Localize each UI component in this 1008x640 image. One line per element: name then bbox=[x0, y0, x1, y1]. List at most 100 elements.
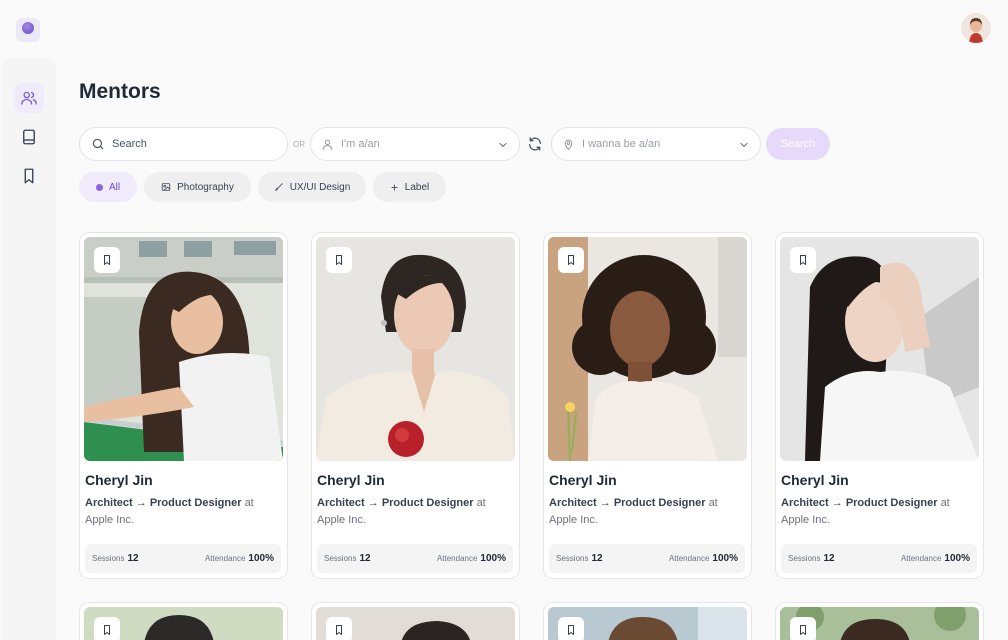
location-pin-icon bbox=[564, 139, 573, 150]
sidebar-item-mentors[interactable] bbox=[14, 83, 44, 113]
role-at: at bbox=[708, 497, 718, 509]
mentor-card[interactable] bbox=[79, 602, 288, 640]
mentor-card[interactable] bbox=[775, 602, 984, 640]
role-from: Architect bbox=[317, 497, 365, 509]
mentor-photo bbox=[316, 237, 515, 461]
chip-add-label[interactable]: Label bbox=[373, 172, 446, 202]
brush-icon bbox=[274, 183, 283, 192]
mentor-role: Architect → Product Designer at Apple In… bbox=[781, 495, 971, 529]
search-input[interactable]: Search bbox=[79, 127, 288, 161]
sessions-stat: Sessions 12 bbox=[324, 553, 371, 564]
mentor-company: Apple Inc. bbox=[781, 514, 830, 526]
mentor-name: Cheryl Jin bbox=[549, 472, 617, 488]
bookmark-button[interactable] bbox=[326, 247, 352, 273]
arrow-icon: → bbox=[135, 497, 147, 509]
role-to: Product Designer bbox=[381, 497, 474, 509]
role-from: Architect bbox=[85, 497, 133, 509]
chip-label: Label bbox=[404, 181, 430, 193]
bookmark-icon bbox=[800, 255, 806, 265]
users-icon bbox=[21, 91, 37, 105]
bookmark-button[interactable] bbox=[558, 247, 584, 273]
search-icon bbox=[92, 138, 104, 150]
attendance-value: 100% bbox=[248, 553, 274, 564]
chip-ux-ui-design[interactable]: UX/UI Design bbox=[258, 172, 366, 202]
user-avatar[interactable] bbox=[961, 13, 991, 43]
chevron-down-icon bbox=[499, 142, 507, 148]
sessions-value: 12 bbox=[591, 553, 603, 564]
mentor-card[interactable]: Cheryl Jin Architect → Product Designer … bbox=[79, 232, 288, 579]
mentor-card[interactable]: Cheryl Jin Architect → Product Designer … bbox=[775, 232, 984, 579]
bookmark-icon bbox=[336, 255, 342, 265]
sidebar-item-library[interactable] bbox=[14, 122, 44, 152]
mentor-company: Apple Inc. bbox=[85, 514, 134, 526]
chip-all[interactable]: All bbox=[79, 172, 137, 202]
sessions-label: Sessions bbox=[556, 554, 589, 563]
arrow-icon: → bbox=[367, 497, 379, 509]
arrow-icon: → bbox=[831, 497, 843, 509]
sessions-value: 12 bbox=[359, 553, 371, 564]
current-role-placeholder: I'm a/an bbox=[341, 138, 380, 150]
book-icon bbox=[23, 129, 35, 145]
swap-icon[interactable] bbox=[527, 136, 543, 152]
mentor-stats: Sessions 12 Attendance 100% bbox=[317, 544, 513, 573]
sessions-stat: Sessions 12 bbox=[92, 553, 139, 564]
sessions-value: 12 bbox=[127, 553, 139, 564]
target-role-select[interactable]: I wanna be a/an bbox=[551, 127, 761, 161]
mentor-card[interactable]: Cheryl Jin Architect → Product Designer … bbox=[311, 232, 520, 579]
mentor-card[interactable]: Cheryl Jin Architect → Product Designer … bbox=[543, 232, 752, 579]
bookmark-icon bbox=[104, 625, 110, 635]
role-to: Product Designer bbox=[613, 497, 706, 509]
mentor-card[interactable] bbox=[311, 602, 520, 640]
mentor-company: Apple Inc. bbox=[317, 514, 366, 526]
bookmark-icon bbox=[568, 255, 574, 265]
mentor-role: Architect → Product Designer at Apple In… bbox=[317, 495, 507, 529]
attendance-stat: Attendance 100% bbox=[669, 553, 738, 564]
bookmark-icon bbox=[568, 625, 574, 635]
avatar-image bbox=[961, 13, 991, 43]
role-from: Architect bbox=[781, 497, 829, 509]
bookmark-button[interactable] bbox=[790, 617, 816, 640]
mentor-card[interactable] bbox=[543, 602, 752, 640]
bookmark-button[interactable] bbox=[790, 247, 816, 273]
mentor-photo bbox=[316, 607, 515, 640]
person-icon bbox=[322, 139, 333, 150]
sidebar bbox=[2, 58, 56, 640]
mentor-photo bbox=[780, 607, 979, 640]
top-bar bbox=[0, 0, 1008, 56]
mentor-photo bbox=[548, 607, 747, 640]
sessions-label: Sessions bbox=[324, 554, 357, 563]
app-logo[interactable] bbox=[16, 18, 40, 42]
attendance-value: 100% bbox=[480, 553, 506, 564]
mentor-stats: Sessions 12 Attendance 100% bbox=[549, 544, 745, 573]
sidebar-item-saved[interactable] bbox=[14, 161, 44, 191]
attendance-label: Attendance bbox=[436, 554, 478, 563]
attendance-stat: Attendance 100% bbox=[901, 553, 970, 564]
chevron-down-icon bbox=[740, 142, 748, 148]
bookmark-button[interactable] bbox=[558, 617, 584, 640]
attendance-stat: Attendance 100% bbox=[437, 553, 506, 564]
target-role-placeholder: I wanna be a/an bbox=[582, 138, 661, 150]
image-icon bbox=[161, 183, 171, 191]
bookmark-button[interactable] bbox=[326, 617, 352, 640]
current-role-select[interactable]: I'm a/an bbox=[310, 127, 520, 161]
search-button[interactable]: Search bbox=[766, 128, 830, 160]
bookmark-button[interactable] bbox=[94, 247, 120, 273]
attendance-value: 100% bbox=[944, 553, 970, 564]
chip-photography[interactable]: Photography bbox=[144, 172, 251, 202]
search-placeholder: Search bbox=[112, 138, 147, 150]
role-at: at bbox=[940, 497, 950, 509]
mentor-photo bbox=[84, 237, 283, 461]
mentor-name: Cheryl Jin bbox=[85, 472, 153, 488]
mentor-photo bbox=[548, 237, 747, 461]
mentor-role: Architect → Product Designer at Apple In… bbox=[85, 495, 275, 529]
plus-icon bbox=[391, 183, 398, 191]
sessions-label: Sessions bbox=[92, 554, 125, 563]
bookmark-button[interactable] bbox=[94, 617, 120, 640]
page-title: Mentors bbox=[79, 80, 161, 103]
bookmark-icon bbox=[336, 625, 342, 635]
dot-icon bbox=[95, 183, 103, 191]
sessions-stat: Sessions 12 bbox=[556, 553, 603, 564]
attendance-label: Attendance bbox=[668, 554, 710, 563]
role-from: Architect bbox=[549, 497, 597, 509]
role-at: at bbox=[244, 497, 254, 509]
